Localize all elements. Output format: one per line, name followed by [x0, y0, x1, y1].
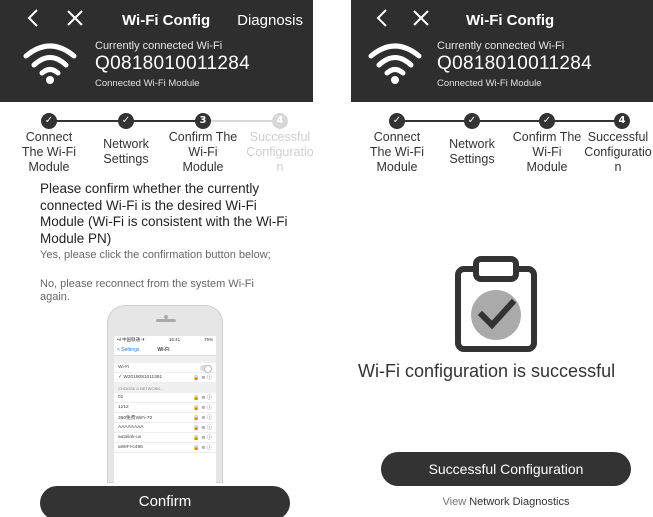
step-1-label: Connect The Wi-Fi Module [369, 130, 425, 174]
step-connector [397, 120, 472, 122]
page-title: Wi-Fi Config [466, 12, 555, 29]
connected-wifi-id: Q0818010011284 [95, 53, 250, 74]
phone-carrier: •ıl 中国联通 ✈ [117, 337, 146, 342]
view-diagnostics: View Network Diagnostics [351, 496, 653, 508]
phone-network-row: aWIFI-c496 🔒 ≋ ⓘ [114, 443, 216, 453]
wifi-icon [368, 43, 422, 84]
lock-wifi-info-icons: 🔒 ≋ ⓘ [193, 435, 212, 441]
connected-sub-label: Connected Wi-Fi Module [95, 78, 200, 89]
phone-network-row: 360免费WiFi-70 🔒 ≋ ⓘ [114, 413, 216, 423]
connected-sub-label: Connected Wi-Fi Module [437, 78, 542, 89]
step-3-marker: ✓ [539, 113, 555, 129]
hint-yes: Yes, please click the confirmation butto… [40, 249, 271, 261]
step-3-label: Confirm The Wi-Fi Module [168, 130, 238, 174]
step-4-marker: 4 [272, 113, 288, 129]
hint-no: No, please reconnect from the system Wi-… [40, 278, 254, 303]
close-icon[interactable] [63, 6, 87, 30]
header: Wi-Fi Config Diagnosis Currently connect… [0, 0, 313, 102]
phone-battery: 76% [203, 337, 213, 342]
step-1-marker: ✓ [41, 113, 57, 129]
network-name: aWIFI-c496 [118, 445, 143, 450]
header: Wi-Fi Config Currently connected Wi-Fi Q… [351, 0, 653, 102]
network-name: autolink-ux [118, 435, 142, 440]
phone-wifi-label: Wi-Fi [118, 365, 130, 370]
back-chevron-icon[interactable] [371, 6, 395, 30]
step-connector [203, 120, 280, 122]
phone-nav-bar: < Settings Wi-Fi [114, 344, 216, 356]
wifi-icon [23, 43, 77, 84]
phone-illustration: •ıl 中国联通 ✈ 16:41 76% < Settings Wi-Fi Wi… [107, 305, 223, 484]
step-2-label: Network Settings [103, 137, 149, 166]
phone-time: 16:41 [168, 337, 181, 342]
phone-section-label: CHOOSE A NETWORK... [114, 383, 216, 393]
step-2-marker: ✓ [464, 113, 480, 129]
step-2-label: Network Settings [449, 137, 495, 166]
step-3-label: Confirm The Wi-Fi Module [512, 130, 582, 174]
step-1-marker: ✓ [389, 113, 405, 129]
step-connector [472, 120, 547, 122]
phone-nav-title: Wi-Fi [157, 346, 170, 353]
step-3-marker: 3 [195, 113, 211, 129]
page-title: Wi-Fi Config [122, 12, 211, 29]
step-4-label: Successful Configuratio n [246, 130, 313, 174]
lock-wifi-info-icons: 🔒 ≋ ⓘ [193, 445, 212, 451]
step-1-label: Connect The Wi-Fi Module [21, 130, 77, 174]
network-name: 360免费WiFi-70 [118, 416, 153, 421]
view-prefix: View [442, 496, 467, 508]
confirm-button[interactable]: Confirm [40, 486, 290, 517]
network-diagnostics-link[interactable]: Network Diagnostics [469, 496, 569, 508]
phone-network-row: 01 🔒 ≋ ⓘ [114, 393, 216, 403]
phone-wifi-toggle-row: Wi-Fi [114, 363, 216, 373]
phone-connected-network: ✓ W2019081011361 [118, 375, 163, 380]
step-2-marker: ✓ [118, 113, 134, 129]
back-chevron-icon[interactable] [22, 6, 46, 30]
lock-wifi-info-icons: 🔒 ≋ ⓘ [193, 375, 212, 381]
screen-success: Wi-Fi Config Currently connected Wi-Fi Q… [351, 0, 653, 517]
lock-wifi-info-icons: 🔒 ≋ ⓘ [193, 405, 212, 411]
progress-steps: ✓ ✓ ✓ 4 Connect The Wi-Fi Module Network… [351, 106, 653, 176]
network-name: AAAAAAAA [118, 425, 144, 430]
phone-status-bar: •ıl 中国联通 ✈ 16:41 76% [114, 336, 216, 344]
step-connector [547, 120, 622, 122]
lock-wifi-info-icons: 🔒 ≋ ⓘ [193, 415, 212, 421]
step-4-marker: 4 [614, 113, 630, 129]
connected-label: Currently connected Wi-Fi [437, 40, 565, 52]
step-connector [126, 120, 203, 122]
network-name: 01 [118, 395, 124, 400]
phone-back-link: < Settings [117, 346, 140, 353]
successful-configuration-button[interactable]: Successful Configuration [381, 452, 631, 486]
toggle-icon [200, 364, 212, 373]
step-connector [49, 120, 126, 122]
success-message: Wi-Fi configuration is successful [358, 361, 616, 381]
phone-screen: •ıl 中国联通 ✈ 16:41 76% < Settings Wi-Fi Wi… [114, 336, 216, 484]
step-4-label: Successful Configuratio n [584, 130, 652, 174]
clipboard-check-icon [455, 256, 537, 352]
network-name: 1212 [118, 405, 129, 410]
phone-network-row: AAAAAAAA 🔒 ≋ ⓘ [114, 423, 216, 433]
phone-network-row: 1212 🔒 ≋ ⓘ [114, 403, 216, 413]
connected-wifi-id: Q0818010011284 [437, 53, 592, 74]
progress-steps: ✓ ✓ 3 4 Connect The Wi-Fi Module Network… [0, 106, 313, 176]
phone-network-row: autolink-ux 🔒 ≋ ⓘ [114, 433, 216, 443]
connected-label: Currently connected Wi-Fi [95, 40, 223, 52]
lock-wifi-info-icons: 🔒 ≋ ⓘ [193, 395, 212, 401]
phone-speaker [156, 319, 176, 322]
phone-connected-row: ✓ W2019081011361 🔒 ≋ ⓘ [114, 373, 216, 383]
screen-confirm-module: Wi-Fi Config Diagnosis Currently connect… [0, 0, 313, 517]
lock-wifi-info-icons: 🔒 ≋ ⓘ [193, 425, 212, 431]
close-icon[interactable] [409, 6, 433, 30]
phone-gap [114, 356, 216, 363]
confirm-message: Please confirm whether the currently con… [40, 181, 288, 246]
diagnosis-button[interactable]: Diagnosis [237, 12, 303, 29]
